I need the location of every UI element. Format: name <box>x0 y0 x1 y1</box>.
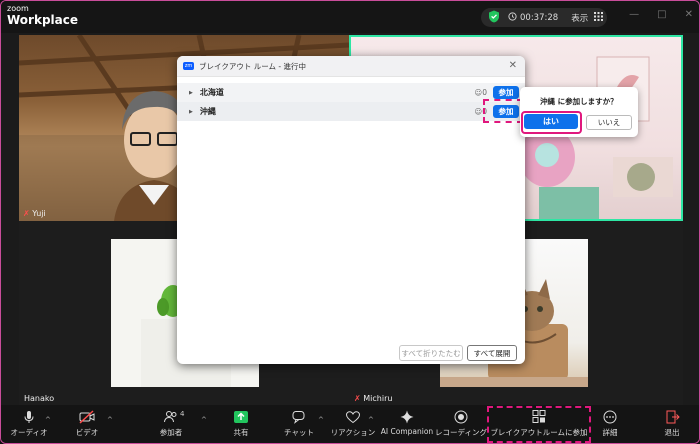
app-logo: zoom Workplace <box>7 4 79 27</box>
maximize-icon[interactable]: □ <box>657 9 666 20</box>
chat-button[interactable]: チャット <box>283 405 315 443</box>
confirm-question: 沖縄 に参加しますか？ <box>540 97 618 106</box>
video-label: ビデオ <box>75 428 99 437</box>
join-button-highlight <box>483 99 523 123</box>
room-name: 沖縄 <box>199 107 216 116</box>
minimize-icon[interactable]: — <box>629 9 639 20</box>
close-icon[interactable]: ✕ <box>509 60 517 71</box>
expand-triangle-icon[interactable]: ▶ <box>189 90 193 96</box>
room-name: 北海道 <box>199 88 224 97</box>
video-button[interactable]: ビデオ <box>71 405 103 443</box>
yes-button-highlight <box>521 111 582 134</box>
sparkle-icon <box>400 410 414 424</box>
mic-muted-icon: ✗ <box>23 209 30 218</box>
room-row-okinawa[interactable]: ▶ 沖縄 ☺0 参加 <box>177 102 525 121</box>
heart-icon <box>345 411 361 424</box>
leave-button[interactable]: 退出 <box>659 405 685 443</box>
recording-button[interactable]: レコーディング <box>435 405 487 443</box>
zoom-window: zoom Workplace 00:37:28 表示 — □ ✕ ✗ Yuji … <box>0 0 700 444</box>
brand-top: zoom <box>7 4 29 13</box>
dialog-title: ブレイクアウト ルーム - 進行中 <box>199 61 306 71</box>
chevron-up-icon[interactable]: ^ <box>45 416 51 424</box>
participants-icon <box>164 411 177 423</box>
leave-label: 退出 <box>664 428 680 437</box>
leave-icon <box>666 410 680 424</box>
window-controls: — □ ✕ <box>629 9 693 20</box>
more-button[interactable]: 詳細 <box>597 405 623 443</box>
room-participant-count: ☺0 <box>474 88 487 97</box>
chevron-up-icon[interactable]: ^ <box>201 416 207 424</box>
audio-label: オーディオ <box>10 428 48 437</box>
count-value: 0 <box>482 88 487 97</box>
participants-label: 参加者 <box>159 428 183 437</box>
brand-main: Workplace <box>7 13 79 27</box>
audio-button[interactable]: オーディオ <box>10 405 48 443</box>
breakout-rooms-dialog: zm ブレイクアウト ルーム - 進行中 ✕ ▶ 北海道 ☺0 参加 ▶ 沖縄 … <box>177 56 525 364</box>
title-bar: zoom Workplace 00:37:28 表示 — □ ✕ <box>1 1 699 33</box>
chevron-up-icon[interactable]: ^ <box>368 416 374 424</box>
ai-companion-label: AI Companion <box>380 427 434 436</box>
meeting-info-pill[interactable]: 00:37:28 表示 <box>481 8 607 27</box>
expand-all-button[interactable]: すべて展開 <box>467 345 517 361</box>
view-button-label[interactable]: 表示 <box>571 12 588 24</box>
room-row-hokkaido[interactable]: ▶ 北海道 ☺0 参加 <box>177 83 525 102</box>
join-hokkaido-button[interactable]: 参加 <box>493 86 519 99</box>
confirm-no-button[interactable]: いいえ <box>586 115 632 130</box>
clock-icon <box>508 11 517 24</box>
more-label: 詳細 <box>602 428 618 437</box>
share-label: 共有 <box>233 428 249 437</box>
chat-icon <box>292 411 305 424</box>
ai-companion-button[interactable]: AI Companion <box>381 405 433 443</box>
grid-icon[interactable] <box>594 11 604 24</box>
chevron-up-icon[interactable]: ^ <box>318 416 324 424</box>
recording-label: レコーディング <box>435 428 487 437</box>
meeting-timer: 00:37:28 <box>520 12 559 23</box>
expand-triangle-icon[interactable]: ▶ <box>189 109 193 115</box>
dialog-title-bar: zm ブレイクアウト ルーム - 進行中 ✕ <box>177 56 525 77</box>
share-button[interactable]: 共有 <box>225 405 257 443</box>
more-icon <box>603 410 617 424</box>
participants-button[interactable]: 参加者 <box>151 405 191 443</box>
chevron-up-icon[interactable]: ^ <box>107 416 113 424</box>
breakout-button-highlight <box>487 406 591 443</box>
meeting-toolbar: オーディオ ^ ビデオ ^ 参加者 4 ^ 共有 チャット ^ リアクション ^ <box>1 405 699 443</box>
close-icon[interactable]: ✕ <box>685 9 693 20</box>
reactions-button[interactable]: リアクション <box>330 405 376 443</box>
hanako-name: Hanako <box>24 394 55 403</box>
collapse-all-button[interactable]: すべて折りたたむ <box>399 345 463 361</box>
record-icon <box>454 410 468 424</box>
yuji-name-tag: ✗ Yuji <box>23 209 46 218</box>
chat-label: チャット <box>284 428 314 437</box>
reactions-label: リアクション <box>330 428 376 437</box>
share-screen-icon <box>234 411 248 423</box>
zoom-app-icon: zm <box>183 62 194 70</box>
video-off-icon <box>79 410 95 424</box>
michiru-name: Michiru <box>363 394 393 403</box>
mic-muted-icon: ✗ <box>354 394 361 403</box>
michiru-name-tag: ✗ Michiru <box>354 394 392 403</box>
yuji-name: Yuji <box>32 209 46 218</box>
microphone-icon <box>24 411 34 423</box>
participants-count: 4 <box>180 410 185 418</box>
shield-icon[interactable] <box>488 10 500 26</box>
